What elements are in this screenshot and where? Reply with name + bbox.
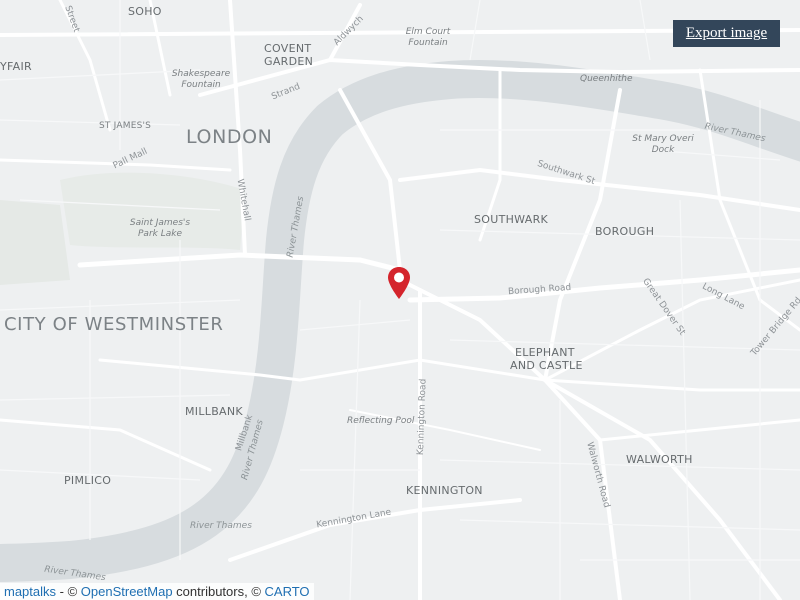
export-image-button[interactable]: Export image — [673, 20, 780, 47]
attribution-separator-1: - © — [56, 584, 81, 599]
openstreetmap-link[interactable]: OpenStreetMap — [81, 584, 173, 599]
maptalks-link[interactable]: maptalks — [4, 584, 56, 599]
park-st-james — [60, 172, 245, 250]
basemap — [0, 0, 800, 600]
carto-link[interactable]: CARTO — [265, 584, 310, 599]
location-marker-icon[interactable] — [387, 266, 411, 300]
map-canvas[interactable]: SOHO YFAIR COVENT GARDEN LONDON ST JAMES… — [0, 0, 800, 600]
attribution-separator-2: contributors, © — [172, 584, 265, 599]
map-attribution: maptalks - © OpenStreetMap contributors,… — [0, 583, 314, 600]
park-green-west — [0, 200, 70, 285]
